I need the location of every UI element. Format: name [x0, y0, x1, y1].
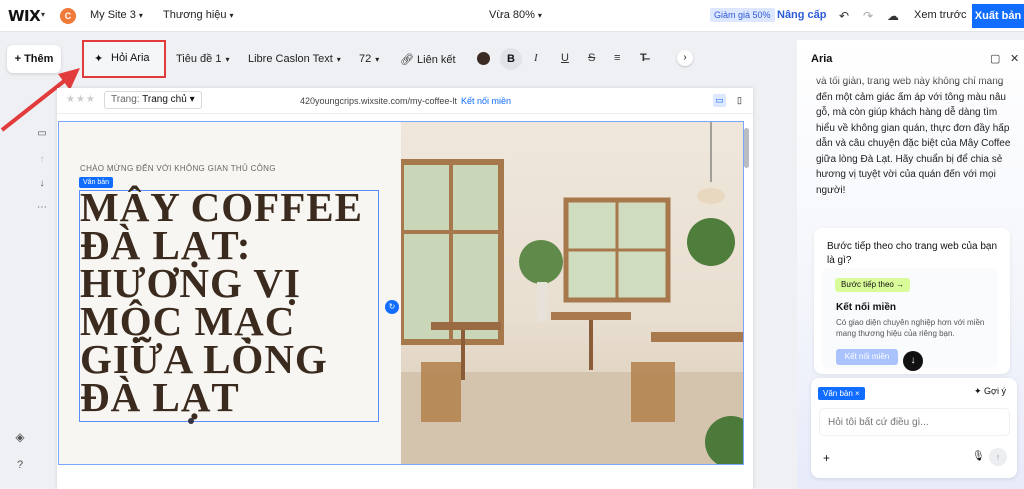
font-size-select[interactable]: 72 ▾ — [359, 53, 379, 65]
text-format-icon[interactable]: T̶ — [640, 52, 647, 64]
sparkle-icon: ✦ — [974, 386, 985, 396]
zoom-select[interactable]: Vừa 80% ▾ — [489, 9, 542, 21]
site-switcher[interactable]: My Site 3 ▾ — [90, 9, 143, 21]
discount-badge[interactable]: Giảm giá 50% — [710, 8, 775, 22]
chevron-down-icon: ▾ — [336, 55, 341, 64]
domain-suggestion-description: Có giao diện chuyên nghiệp hơn với miền … — [836, 318, 985, 338]
move-up-icon[interactable]: ↑ — [34, 154, 50, 165]
canvas-scrollbar[interactable] — [743, 120, 751, 464]
resize-handle[interactable] — [188, 418, 194, 424]
page-select[interactable]: Trang: Trang chủ ▾ — [104, 91, 202, 109]
aria-message: và tối giản, trang web này không chỉ man… — [816, 76, 1011, 196]
next-step-pill: Bước tiếp theo → — [835, 278, 911, 292]
layers-icon[interactable]: ◈ — [12, 430, 28, 444]
arrow-right-icon: → — [896, 280, 905, 289]
ask-aria-button[interactable]: ✦ Hỏi Aria — [82, 40, 166, 78]
rotate-handle-icon[interactable]: ↻ — [385, 300, 399, 314]
upgrade-link[interactable]: Nâng cấp — [777, 9, 827, 21]
mobile-view-icon[interactable]: ▯ — [733, 94, 746, 107]
chevron-down-icon: ▾ — [537, 11, 542, 20]
chevron-right-icon[interactable]: › — [677, 50, 693, 66]
close-icon[interactable]: × — [855, 389, 860, 398]
bold-button[interactable]: B — [500, 48, 522, 70]
link-button[interactable]: 🔗︎ Liên kết — [400, 53, 456, 66]
desktop-view-icon[interactable]: ▭ — [713, 94, 726, 107]
brand-menu[interactable]: Thương hiệu ▾ — [163, 9, 234, 21]
undo-icon[interactable]: ↶ — [836, 8, 852, 24]
cloud-save-icon[interactable]: ☁ — [885, 8, 901, 24]
chevron-down-icon: ▾ — [375, 55, 380, 64]
suggestions-button[interactable]: ✦ Gợi ý — [974, 386, 1006, 397]
chevron-down-icon: ▾ — [138, 11, 143, 20]
chat-input[interactable] — [819, 408, 1010, 436]
scroll-down-icon[interactable]: ↓ — [903, 351, 923, 371]
plus-icon[interactable]: + — [823, 451, 830, 465]
more-options-icon[interactable]: ⋯ — [34, 202, 50, 213]
send-icon[interactable]: ↑ — [989, 448, 1007, 466]
move-down-icon[interactable]: ↓ — [34, 178, 50, 189]
chat-icon[interactable]: ▢ — [990, 52, 1000, 65]
hero-headline[interactable]: MÂY COFFEE ĐÀ LẠT: HƯƠNG VỊ MỘC MẠC GIỮA… — [80, 187, 380, 418]
close-icon[interactable]: ✕ — [1010, 52, 1019, 65]
sparkle-icon: ✦ — [94, 53, 104, 65]
canvas-scroll-thumb[interactable] — [744, 128, 749, 168]
aria-message-fade — [816, 70, 1012, 84]
connect-domain-link[interactable]: Kết nối miền — [461, 96, 511, 106]
rating-stars-icon: ★★★ — [66, 94, 96, 105]
link-icon: 🔗︎ — [400, 54, 418, 66]
strikethrough-button[interactable]: S — [588, 52, 595, 64]
chevron-down-icon: ▾ — [189, 94, 195, 105]
site-avatar[interactable]: C — [60, 8, 76, 24]
font-select[interactable]: Libre Caslon Text ▾ — [248, 53, 341, 65]
layout-icon[interactable]: ▭ — [34, 128, 50, 139]
align-icon[interactable]: ≡ — [614, 52, 620, 64]
chevron-down-icon: ▾ — [229, 11, 234, 20]
site-url: 420youngcrips.wixsite.com/my-coffee-lt — [300, 96, 457, 106]
domain-suggestion-title: Kết nối miền — [836, 302, 897, 313]
redo-icon[interactable]: ↷ — [860, 8, 876, 24]
publish-button[interactable]: Xuất bản — [972, 4, 1024, 28]
context-chip[interactable]: Văn bản × — [818, 387, 865, 400]
welcome-subtitle[interactable]: CHÀO MỪNG ĐẾN VỚI KHÔNG GIAN THỦ CÔNG — [80, 164, 276, 173]
heading-style-select[interactable]: Tiêu đề 1 ▾ — [176, 53, 229, 65]
underline-button[interactable]: U — [561, 52, 569, 64]
help-icon[interactable]: ? — [12, 459, 28, 471]
chevron-down-icon: ▾ — [225, 55, 230, 64]
connect-domain-button[interactable]: Kết nối miền — [836, 349, 898, 365]
chevron-down-icon[interactable]: ▾ — [41, 10, 45, 19]
text-color-swatch[interactable] — [477, 52, 490, 65]
wix-logo[interactable]: WIX — [8, 7, 41, 25]
aria-panel-title: Aria — [811, 53, 833, 65]
microphone-icon[interactable]: 🎙︎ — [972, 451, 985, 462]
next-step-question: Bước tiếp theo cho trang web của bạn là … — [827, 241, 998, 266]
preview-button[interactable]: Xem trước — [914, 9, 966, 21]
italic-button[interactable]: I — [534, 52, 538, 64]
